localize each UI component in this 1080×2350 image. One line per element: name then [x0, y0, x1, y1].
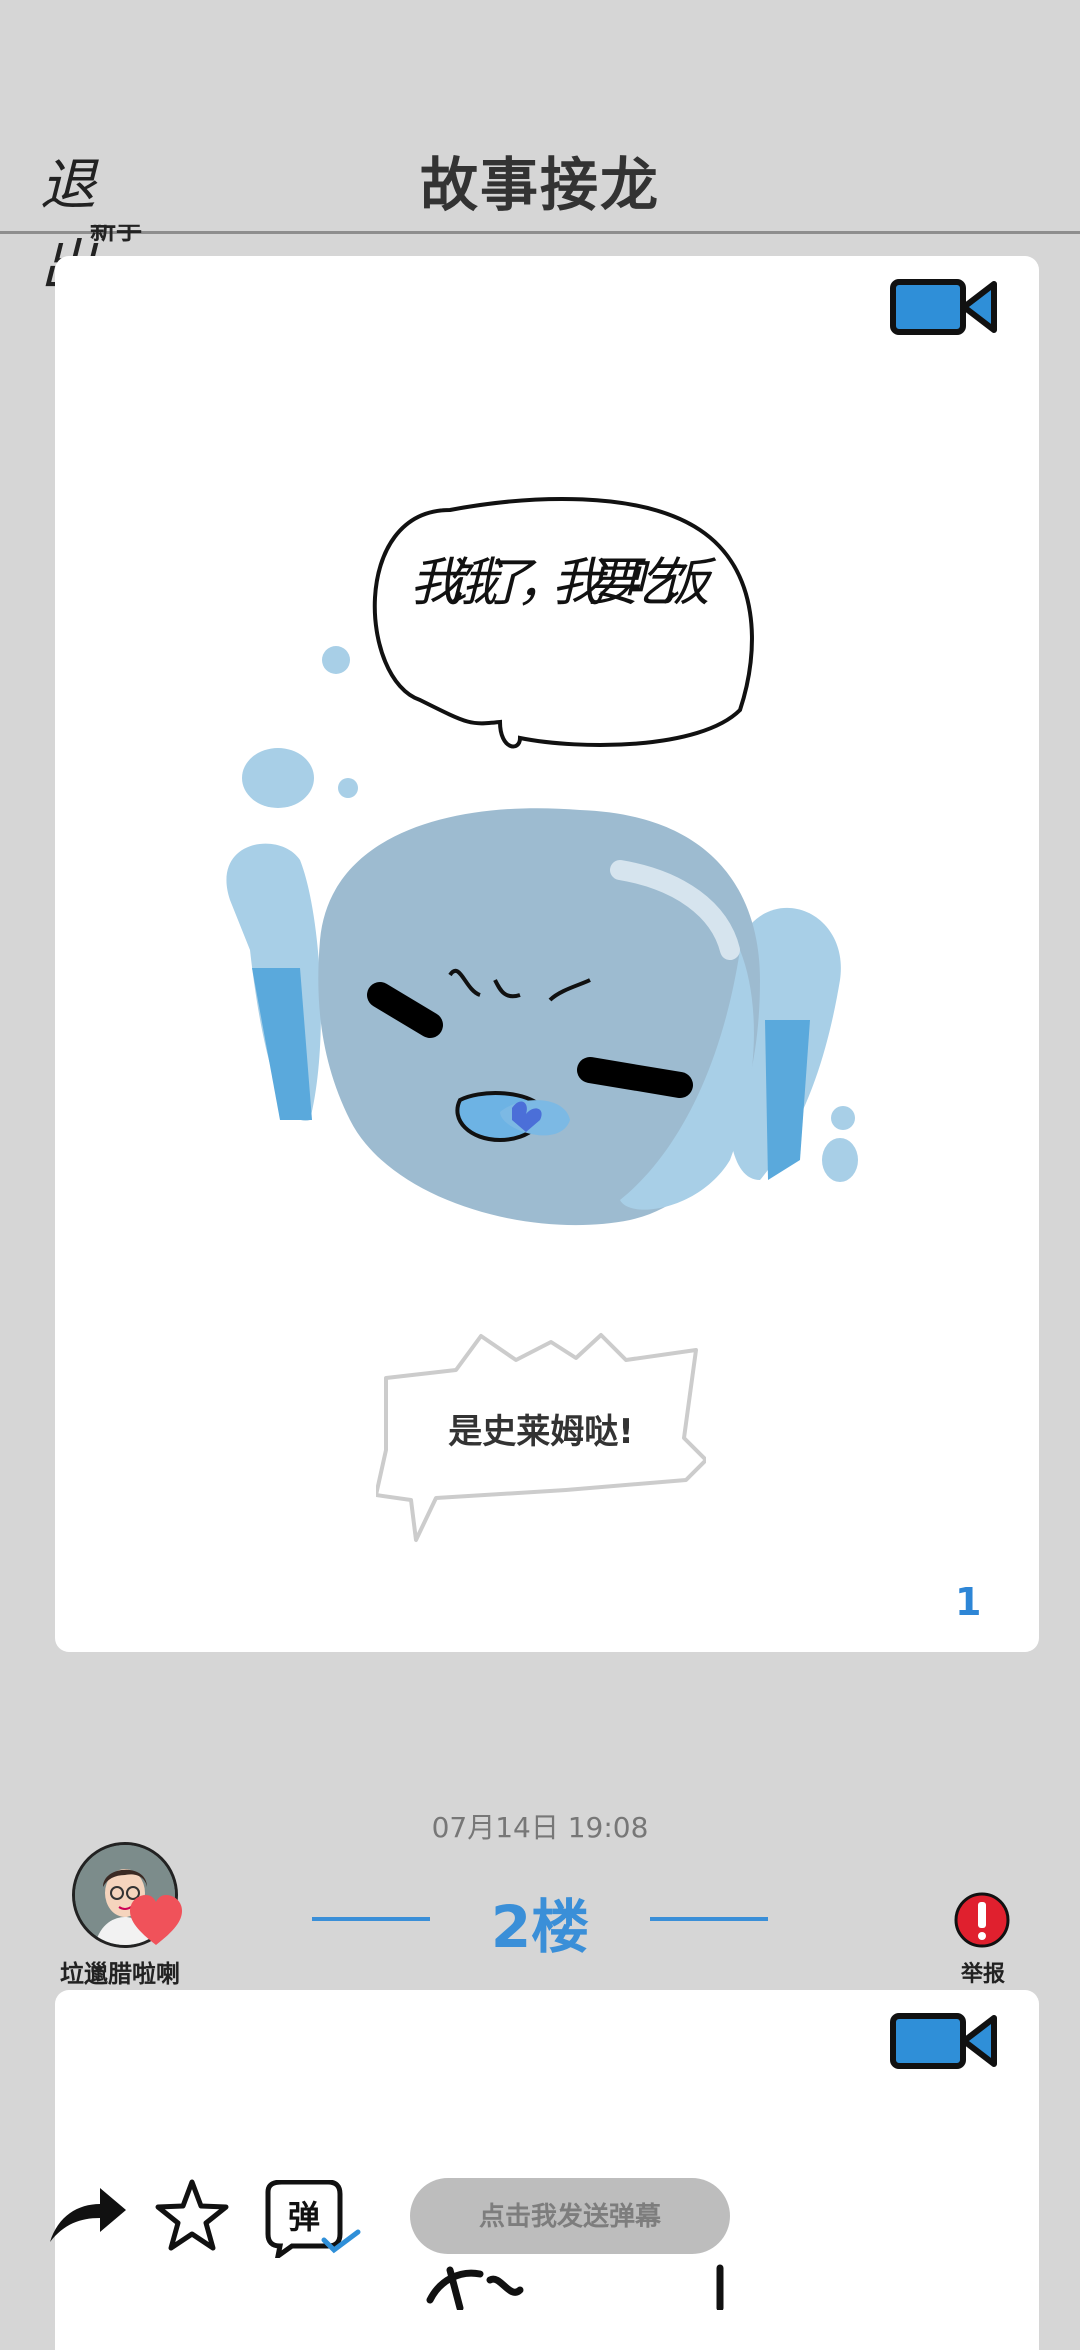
- slime-drawing: 我饿了，我要吃饭: [226, 497, 858, 1226]
- video-camera-icon[interactable]: [890, 276, 1000, 338]
- report-icon[interactable]: [954, 1892, 1010, 1952]
- page-number: 1: [955, 1580, 982, 1624]
- share-icon[interactable]: [44, 2180, 130, 2250]
- partial-handwriting: [426, 2264, 724, 2310]
- exit-button[interactable]: 退 出: [40, 140, 190, 299]
- floor-divider-left: [312, 1917, 430, 1921]
- speech-bubble-text: 是史莱姆哒!: [448, 1412, 634, 1452]
- page-title: 故事接龙: [419, 151, 660, 219]
- handwritten-text: 我饿了，我要吃饭: [410, 553, 717, 613]
- send-danmaku-placeholder: 点击我发送弹幕: [478, 2202, 661, 2232]
- danmaku-toggle-icon[interactable]: 弹: [262, 2180, 362, 2258]
- floor-divider-right: [650, 1917, 768, 1921]
- video-camera-icon[interactable]: [890, 2010, 1000, 2072]
- post-timestamp: 07月14日 19:08: [431, 1811, 649, 1844]
- username[interactable]: 垃邋腊啦喇: [30, 1954, 210, 1989]
- heart-icon[interactable]: [128, 1895, 184, 1947]
- floor-label: 2楼: [490, 1893, 590, 1961]
- star-icon[interactable]: [154, 2178, 230, 2254]
- report-label[interactable]: 举报: [950, 1956, 1016, 1988]
- svg-text:弹: 弹: [288, 2198, 320, 2236]
